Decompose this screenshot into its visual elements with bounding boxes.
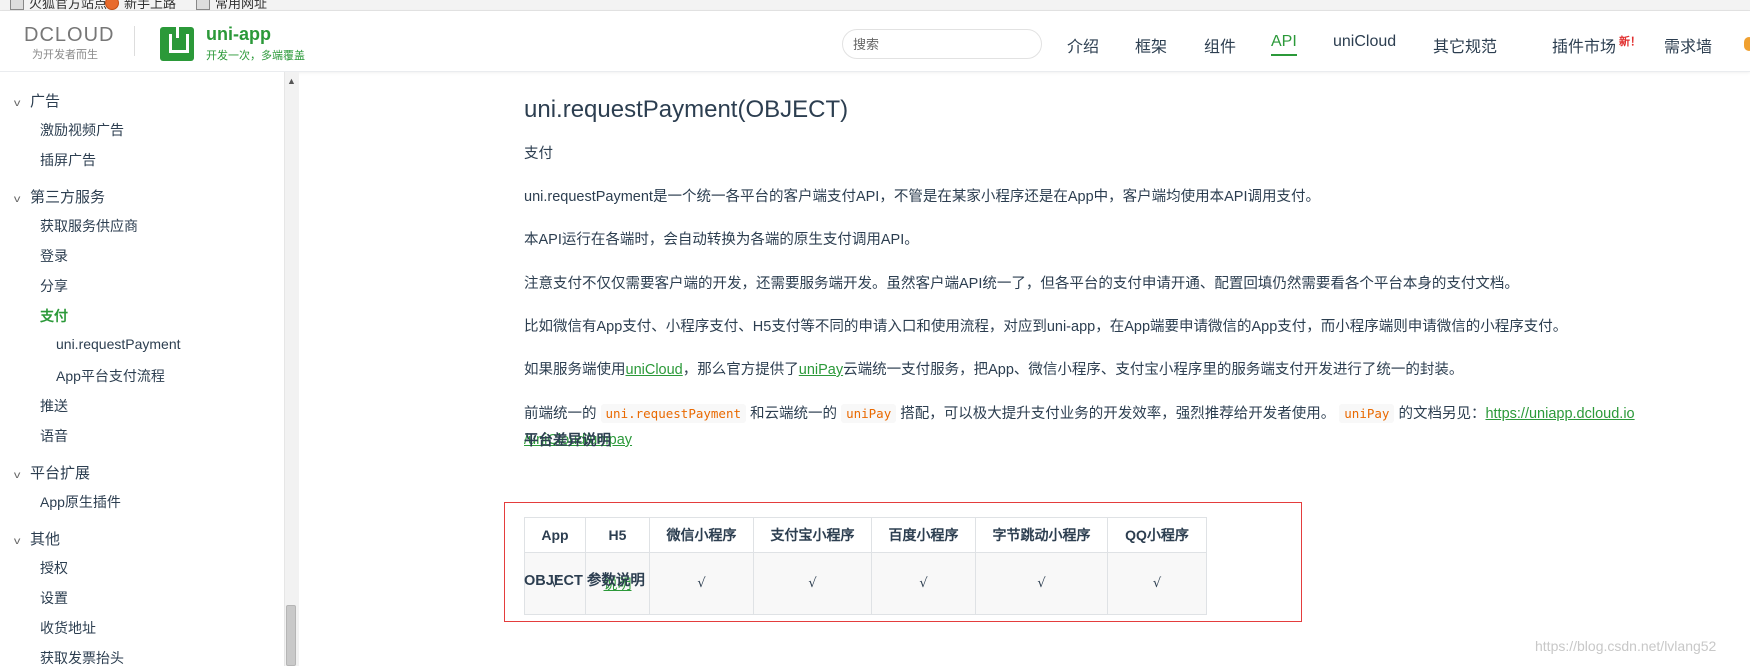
- search-input[interactable]: [842, 29, 1042, 59]
- platform-table: App H5 微信小程序 支付宝小程序 百度小程序 字节跳动小程序 QQ小程序 …: [524, 517, 1207, 615]
- bookmark-3[interactable]: 常用网址: [196, 0, 267, 10]
- page-title: uni.requestPayment(OBJECT): [524, 96, 849, 123]
- sidebar-group-third-party[interactable]: v 第三方服务: [13, 186, 105, 207]
- header-overflow-icon[interactable]: [1744, 37, 1750, 51]
- bookmark-2[interactable]: 新手上路: [105, 0, 176, 10]
- nav-components[interactable]: 组件: [1204, 33, 1236, 57]
- uni-app-logo-icon[interactable]: [160, 26, 194, 61]
- scroll-up-arrow-icon[interactable]: ▲: [287, 76, 296, 86]
- sidebar-item-address[interactable]: 收货地址: [40, 618, 96, 638]
- sidebar-item-share[interactable]: 分享: [40, 276, 68, 296]
- cell-bytedance: √: [975, 552, 1108, 615]
- sidebar-subitem-request-payment[interactable]: uni.requestPayment: [56, 336, 181, 352]
- paragraph-server-note: 注意支付不仅仅需要客户端的开发，还需要服务端开发。虽然客户端API统一了，但各平…: [524, 276, 1519, 292]
- nav-unicloud[interactable]: uniCloud: [1333, 33, 1396, 51]
- watermark: https://blog.csdn.net/lvlang52: [1535, 638, 1717, 654]
- section-platform-diff: 平台差异说明: [524, 433, 611, 449]
- folder-icon: [196, 0, 210, 10]
- cell-wechat: √: [649, 552, 754, 615]
- paragraph-auto-convert: 本API运行在各端时，会自动转换为各端的原生支付调用API。: [524, 232, 919, 248]
- sidebar-scrollbar-thumb[interactable]: [286, 605, 296, 666]
- unipay-docs-link[interactable]: https://uniapp.dcloud.io: [1485, 406, 1634, 422]
- sidebar-scrollbar[interactable]: [284, 72, 299, 666]
- firefox-icon: [105, 0, 119, 10]
- sidebar-item-native-plugin[interactable]: App原生插件: [40, 492, 121, 512]
- app-title[interactable]: uni-app: [206, 24, 271, 45]
- sidebar-item-interstitial-ad[interactable]: 插屏广告: [40, 150, 96, 170]
- col-bytedance: 字节跳动小程序: [975, 517, 1108, 553]
- paragraph-intro: uni.requestPayment是一个统一各平台的客户端支付API，不管是在…: [524, 189, 1321, 205]
- col-wechat: 微信小程序: [649, 517, 754, 553]
- bookmark-1[interactable]: 火狐官方站点: [10, 0, 107, 10]
- header-divider: [134, 26, 135, 56]
- nav-demand-wall[interactable]: 需求墙: [1664, 33, 1712, 57]
- sidebar: v 广告 激励视频广告 插屏广告 v 第三方服务 获取服务供应商 登录 分享 支付 …: [0, 72, 285, 666]
- nav-intro[interactable]: 介绍: [1067, 33, 1099, 57]
- chevron-down-icon: v: [13, 536, 21, 547]
- chevron-down-icon: v: [13, 470, 21, 481]
- cell-baidu: √: [871, 552, 976, 615]
- nav-plugin-market[interactable]: 插件市场 新！: [1552, 33, 1641, 57]
- col-qq: QQ小程序: [1107, 517, 1207, 553]
- sidebar-item-push[interactable]: 推送: [40, 396, 68, 416]
- col-h5: H5: [585, 517, 650, 553]
- sidebar-subitem-app-payment-flow[interactable]: App平台支付流程: [56, 366, 165, 386]
- nav-other-specs[interactable]: 其它规范: [1433, 33, 1497, 57]
- inline-code: uniPay: [1339, 404, 1395, 423]
- col-app: App: [524, 517, 586, 553]
- sidebar-item-rewarded-video-ad[interactable]: 激励视频广告: [40, 120, 124, 140]
- col-baidu: 百度小程序: [871, 517, 976, 553]
- paragraph-unicloud: 如果服务端使用uniCloud，那么官方提供了uniPay云端统一支付服务，把A…: [524, 362, 1464, 378]
- app-slogan: 开发一次，多端覆盖: [206, 50, 305, 62]
- dcloud-wordmark: DCLOUD: [24, 24, 115, 46]
- paragraph-payment: 支付: [524, 146, 553, 162]
- sidebar-item-authorize[interactable]: 授权: [40, 558, 68, 578]
- section-object-params: OBJECT 参数说明: [524, 573, 645, 589]
- nav-api[interactable]: API: [1271, 33, 1297, 56]
- cell-qq: √: [1107, 552, 1207, 615]
- sidebar-item-settings[interactable]: 设置: [40, 588, 68, 608]
- new-badge: 新！: [1619, 36, 1642, 48]
- chevron-down-icon: v: [13, 98, 21, 109]
- paragraph-wechat-note: 比如微信有App支付、小程序支付、H5支付等不同的申请入口和使用流程，对应到un…: [524, 319, 1568, 335]
- nav-framework[interactable]: 框架: [1135, 33, 1167, 57]
- unipay-link[interactable]: uniPay: [799, 362, 843, 378]
- site-header: DCLOUD 为开发者而生 uni-app 开发一次，多端覆盖 介绍 框架 组件…: [0, 11, 1750, 72]
- sidebar-group-other[interactable]: v 其他: [13, 528, 60, 549]
- sidebar-item-payment[interactable]: 支付: [40, 306, 68, 326]
- unicloud-link[interactable]: uniCloud: [626, 362, 683, 378]
- inline-code: uniPay: [841, 404, 897, 423]
- folder-icon: [10, 0, 24, 10]
- main-content: uni.requestPayment(OBJECT) 支付 uni.reques…: [298, 72, 1750, 666]
- col-alipay: 支付宝小程序: [753, 517, 872, 553]
- sidebar-group-platform-ext[interactable]: v 平台扩展: [13, 462, 90, 483]
- sidebar-item-invoice-title[interactable]: 获取发票抬头: [40, 648, 124, 666]
- sidebar-group-ads[interactable]: v 广告: [13, 90, 60, 111]
- bookmarks-bar: 火狐官方站点 新手上路 常用网址: [0, 0, 1750, 11]
- paragraph-unipay-combo: 前端统一的 uni.requestPayment 和云端统一的 uniPay 搭…: [524, 404, 1635, 423]
- inline-code: uni.requestPayment: [600, 404, 746, 423]
- dcloud-slogan: 为开发者而生: [32, 49, 98, 61]
- dcloud-logo[interactable]: DCLOUD 为开发者而生: [24, 25, 124, 62]
- cell-alipay: √: [753, 552, 872, 615]
- table-header-row: App H5 微信小程序 支付宝小程序 百度小程序 字节跳动小程序 QQ小程序: [524, 517, 1207, 553]
- sidebar-item-login[interactable]: 登录: [40, 246, 68, 266]
- sidebar-item-get-provider[interactable]: 获取服务供应商: [40, 216, 138, 236]
- sidebar-item-voice[interactable]: 语音: [40, 426, 68, 446]
- chevron-down-icon: v: [13, 194, 21, 205]
